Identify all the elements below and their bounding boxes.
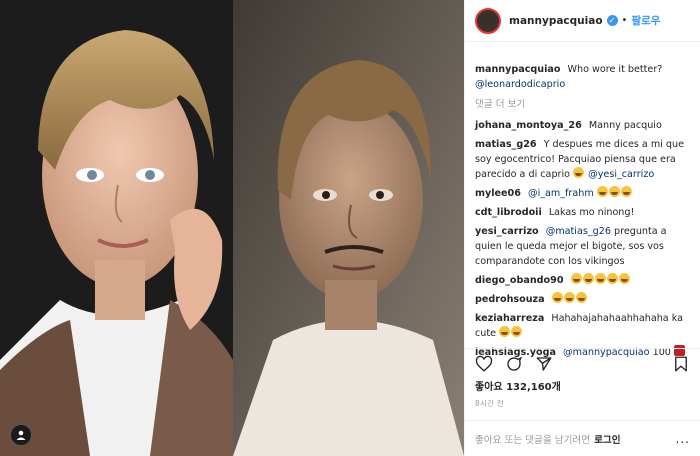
laughing-emoji-icon	[570, 273, 582, 284]
laughing-emoji-icon	[606, 273, 618, 284]
comment-username[interactable]: yesi_carrizo	[475, 226, 539, 237]
follow-button[interactable]: 팔로우	[631, 13, 660, 28]
caption: mannypacquiao Who wore it better? @leona…	[475, 62, 693, 92]
laughing-emoji-icon	[618, 273, 630, 284]
login-link[interactable]: 로그인	[594, 432, 620, 446]
post-timestamp[interactable]: 8시간 전	[475, 398, 504, 409]
photo-manny	[233, 0, 464, 456]
comment-icon[interactable]	[505, 355, 523, 373]
post-image[interactable]	[0, 0, 464, 456]
more-options-icon[interactable]: ...	[676, 432, 690, 446]
instagram-post: mannypacquiao ✓ • 팔로우 mannypacquiao Who …	[0, 0, 700, 456]
comments-list: mannypacquiao Who wore it better? @leona…	[475, 62, 693, 364]
comment-username[interactable]: mylee06	[475, 188, 521, 199]
laughing-emoji-icon	[608, 186, 620, 197]
comment-mention[interactable]: @yesi_carrizo	[588, 169, 654, 180]
laughing-emoji-icon	[582, 273, 594, 284]
comment-username[interactable]: pedrohsouza	[475, 294, 545, 305]
verified-badge-icon: ✓	[606, 15, 618, 26]
caption-text: Who wore it better?	[567, 64, 663, 75]
header-username[interactable]: mannypacquiao	[509, 15, 603, 27]
laughing-emoji-icon	[594, 273, 606, 284]
comment-username[interactable]: johana_montoya_26	[475, 120, 582, 131]
comment-text: Manny pacquio	[588, 120, 662, 131]
laughing-emoji-icon	[563, 292, 575, 303]
caption-username[interactable]: mannypacquiao	[475, 64, 560, 75]
comment: keziaharreza Hahahajahahaahhahaha ka cut…	[475, 311, 693, 341]
photo-leonardo	[0, 0, 233, 456]
laughing-emoji-icon	[596, 186, 608, 197]
comment-text: Lakas mo ninong!	[548, 207, 635, 218]
comment: johana_montoya_26 Manny pacquio	[475, 118, 693, 133]
load-more-comments[interactable]: 댓글 더 보기	[475, 96, 693, 110]
action-bar	[465, 348, 700, 378]
post-header: mannypacquiao ✓ • 팔로우	[465, 0, 700, 42]
laughing-emoji-icon	[620, 186, 632, 197]
comment: matias_g26 Y despues me dices a mi que s…	[475, 137, 693, 182]
rolling-laughing-emoji-icon	[499, 326, 511, 337]
comment: mylee06 @i_am_frahm	[475, 186, 693, 201]
media-badge-icon[interactable]	[10, 424, 32, 446]
login-prompt: 좋아요 또는 댓글을 남기려면 로그인 ...	[465, 420, 700, 456]
rolling-laughing-emoji-icon	[511, 326, 523, 337]
caption-mention[interactable]: @leonardodicaprio	[475, 79, 565, 90]
comment-mention[interactable]: @matias_g26	[546, 226, 611, 237]
laughing-emoji-icon	[575, 292, 587, 303]
comment-username[interactable]: matias_g26	[475, 139, 537, 150]
comment-mention[interactable]: @i_am_frahm	[528, 188, 594, 199]
heart-icon[interactable]	[475, 355, 493, 373]
login-prompt-text: 좋아요 또는 댓글을 남기려면	[475, 434, 591, 446]
comment-username[interactable]: keziaharreza	[475, 313, 544, 324]
portrait-right-illustration	[233, 0, 464, 456]
laughing-emoji-icon	[573, 167, 585, 178]
bookmark-icon[interactable]	[672, 355, 690, 373]
comment: diego_obando90	[475, 273, 693, 288]
post-sidebar: mannypacquiao ✓ • 팔로우 mannypacquiao Who …	[464, 0, 700, 456]
portrait-left-illustration	[0, 0, 233, 456]
avatar[interactable]	[475, 7, 501, 34]
comment-username[interactable]: diego_obando90	[475, 275, 564, 286]
like-count[interactable]: 좋아요 132,160개	[475, 378, 561, 393]
comment: pedrohsouza	[475, 292, 693, 307]
comment: cdt_librodoii Lakas mo ninong!	[475, 205, 693, 220]
share-icon[interactable]	[535, 355, 553, 373]
laughing-emoji-icon	[551, 292, 563, 303]
comment: yesi_carrizo @matias_g26 pregunta a quie…	[475, 224, 693, 269]
header-separator: •	[621, 15, 628, 26]
comment-username[interactable]: cdt_librodoii	[475, 207, 542, 218]
